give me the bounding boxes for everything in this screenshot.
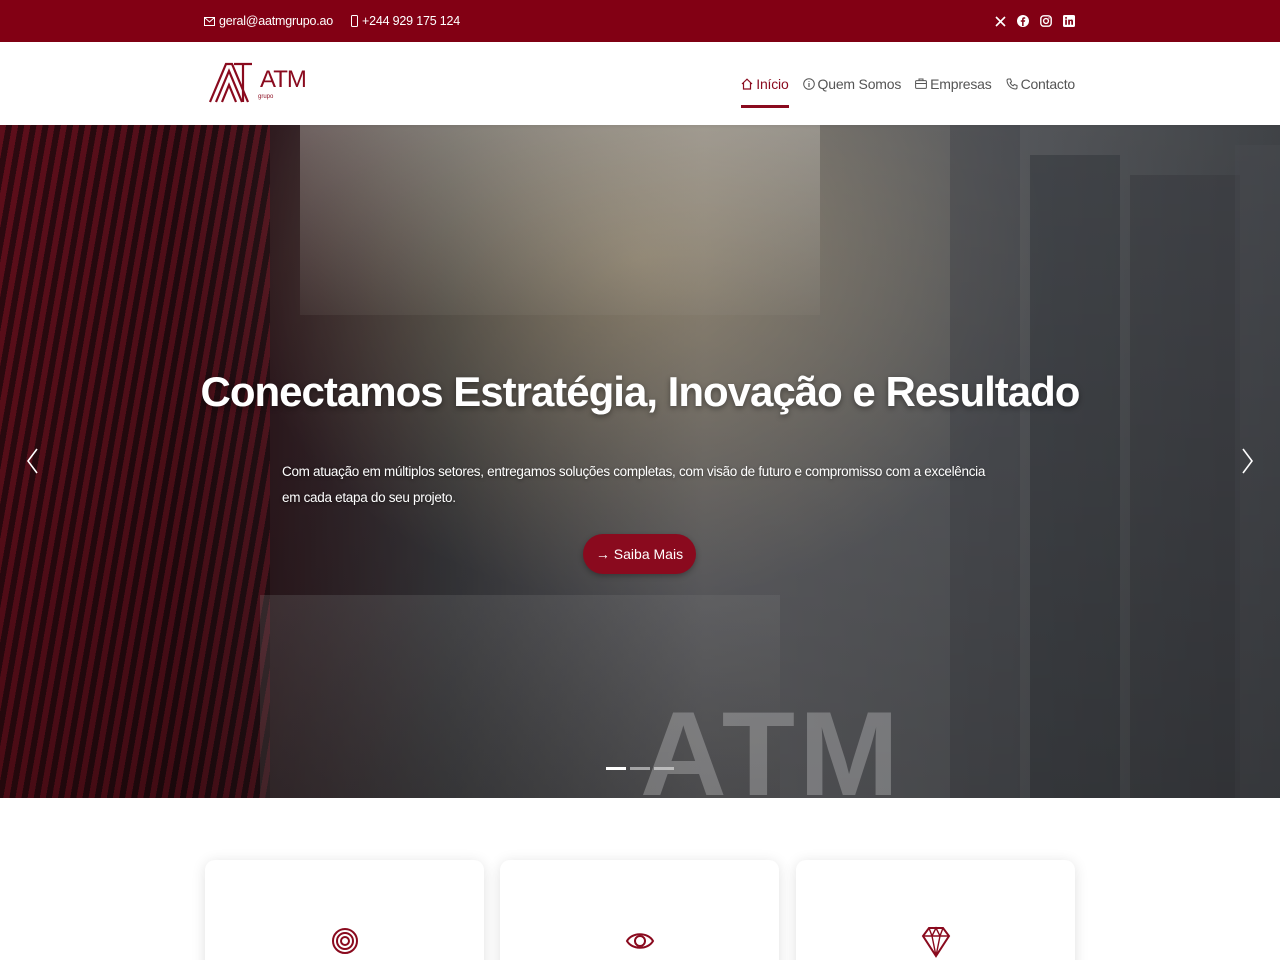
value-card-vision (500, 860, 779, 960)
hero-title: Conectamos Estratégia, Inovação e Result… (200, 368, 1081, 415)
nav-label: Quem Somos (817, 75, 902, 92)
top-bar: geral@aatmgrupo.ao +244 929 175 124 (0, 0, 1280, 42)
hero-subtitle: Com atuação em múltiplos setores, entreg… (282, 464, 986, 505)
brand-wordmark: ATM (260, 66, 307, 93)
nav-item-inicio[interactable]: Início (741, 42, 789, 125)
main-navbar: ATM grupo Início Quem Somos Empresas Con… (0, 42, 1280, 125)
nav-item-empresas[interactable]: Empresas (915, 42, 992, 125)
nav-item-contacto[interactable]: Contacto (1006, 42, 1075, 125)
envelope-icon (204, 16, 215, 26)
email-text: geral@aatmgrupo.ao (219, 14, 334, 28)
linkedin-icon[interactable] (1062, 14, 1076, 28)
phone-link[interactable]: +244 929 175 124 (351, 14, 460, 28)
nav-item-quem-somos[interactable]: Quem Somos (802, 42, 902, 125)
eye-icon (625, 933, 655, 949)
value-card-mission (205, 860, 484, 960)
target-icon (332, 928, 358, 954)
carousel-dot-1[interactable] (606, 767, 626, 770)
carousel-indicators (606, 767, 678, 770)
social-links (984, 0, 1076, 42)
instagram-icon[interactable] (1039, 14, 1053, 28)
carousel-next-icon[interactable] (1238, 445, 1258, 477)
info-icon (802, 77, 815, 90)
hero-watermark: ATM (640, 687, 904, 798)
nav-label: Início (756, 75, 789, 92)
phone-text: +244 929 175 124 (362, 14, 460, 28)
saiba-mais-button[interactable]: → Saiba Mais (583, 534, 696, 574)
phone-icon (1006, 78, 1018, 90)
logo-mark-icon (208, 62, 252, 103)
carousel-dot-3[interactable] (654, 767, 674, 770)
briefcase-icon (915, 78, 928, 89)
nav-label: Contacto (1020, 75, 1076, 92)
diamond-icon (921, 926, 951, 958)
facebook-icon[interactable] (1016, 14, 1030, 28)
carousel-prev-icon[interactable] (22, 445, 42, 477)
values-cards (205, 860, 1075, 960)
x-icon[interactable] (993, 14, 1007, 28)
email-link[interactable]: geral@aatmgrupo.ao (204, 14, 333, 28)
carousel-dot-2[interactable] (630, 767, 650, 770)
value-card-values (796, 860, 1075, 960)
home-icon (741, 77, 753, 90)
mobile-icon (351, 15, 359, 27)
contact-info: geral@aatmgrupo.ao +244 929 175 124 (204, 0, 478, 42)
nav-menu: Início Quem Somos Empresas Contacto (727, 42, 1075, 125)
brand-logo[interactable]: ATM grupo (208, 60, 308, 106)
nav-label: Empresas (930, 75, 992, 92)
brand-tagline: grupo (258, 94, 274, 100)
hero-carousel: ATM Conectamos Estratégia, Inovação e Re… (0, 125, 1280, 798)
